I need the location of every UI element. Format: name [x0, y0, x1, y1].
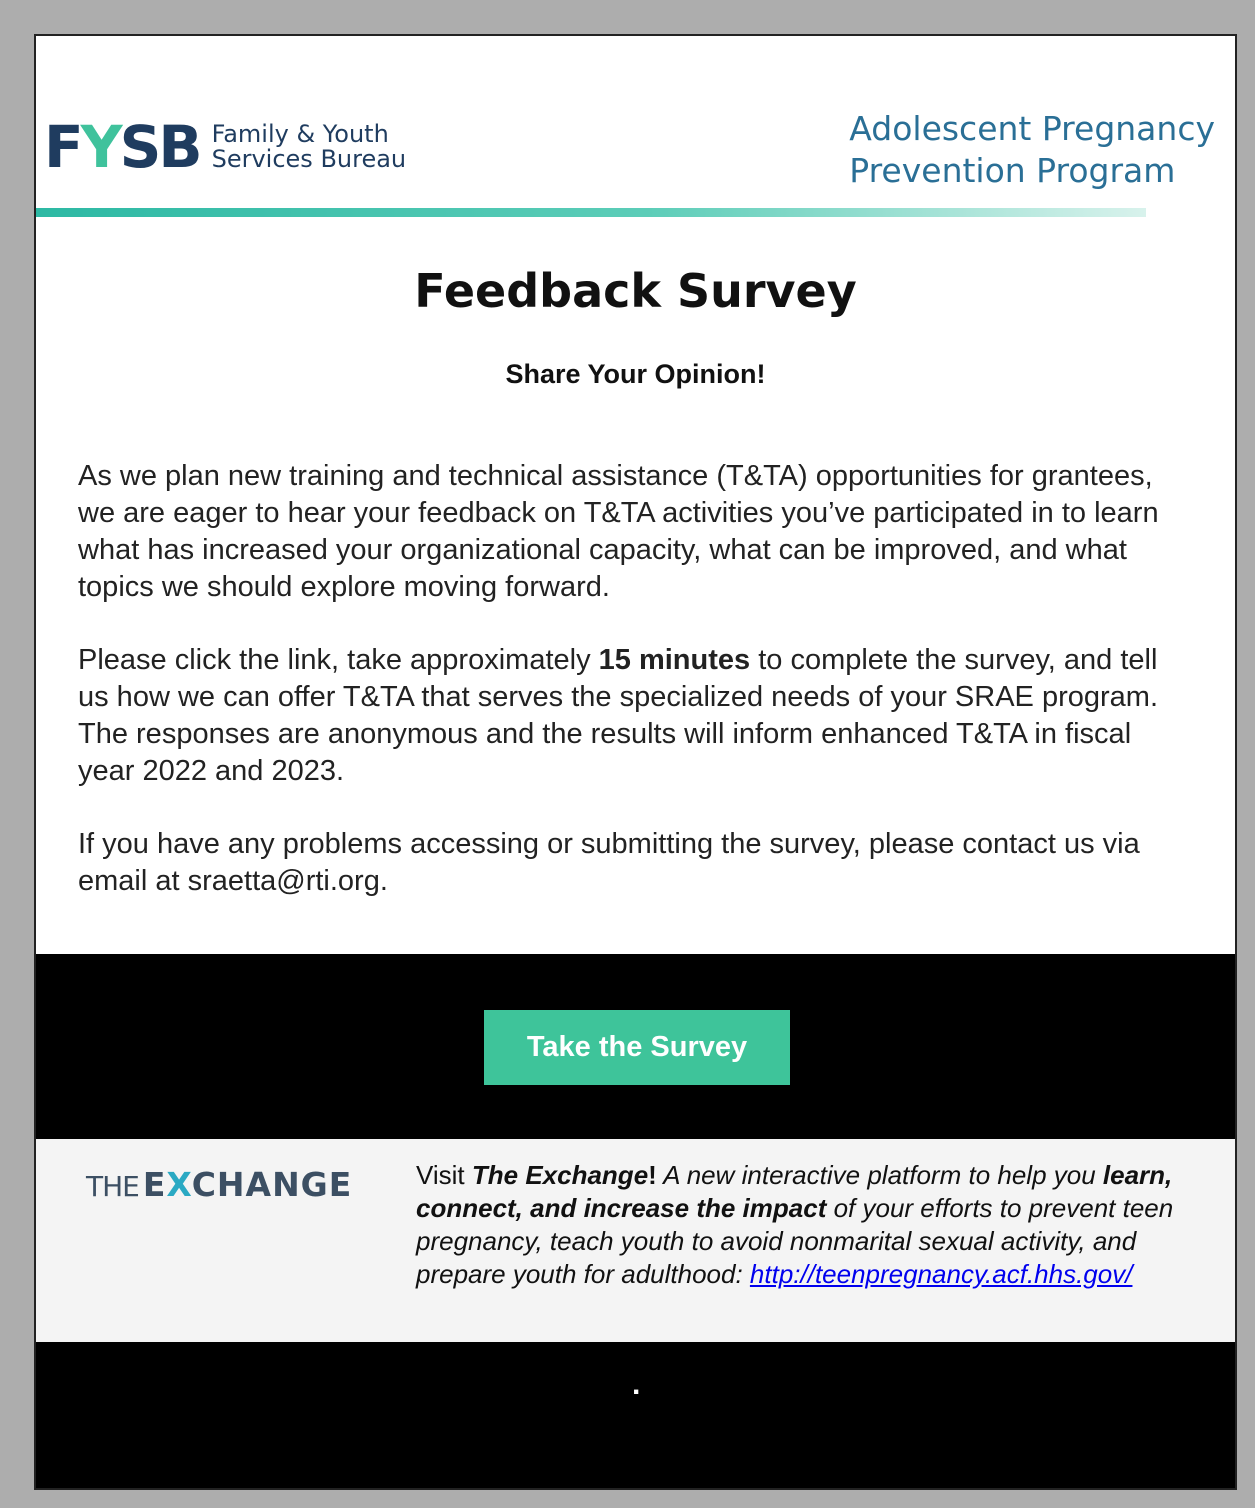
fysb-mark-y: Y	[80, 113, 123, 181]
fysb-line-1: Family & Youth	[211, 120, 389, 148]
footer-dot: .	[632, 1368, 641, 1401]
program-line-2: Prevention Program	[849, 151, 1176, 190]
email-body: FYSB Family & Youth Services Bureau Adol…	[34, 34, 1237, 1490]
program-logo: Adolescent Pregnancy Prevention Program	[849, 108, 1215, 192]
exchange-logo: THE EXCHANGE	[86, 1165, 352, 1204]
take-survey-button[interactable]: Take the Survey	[484, 1010, 790, 1085]
instructions-paragraph: Please click the link, take approximatel…	[78, 642, 1165, 790]
page-subtitle: Share Your Opinion!	[505, 359, 766, 389]
exchange-name: The Exchange	[471, 1160, 649, 1190]
program-line-1: Adolescent Pregnancy	[849, 109, 1215, 148]
exchange-logo-x: X	[166, 1165, 192, 1204]
cta-band: Take the Survey	[36, 954, 1235, 1139]
fysb-wordmark: Family & Youth Services Bureau	[212, 122, 407, 172]
fysb-logo: FYSB Family & Youth Services Bureau	[44, 118, 406, 176]
header-divider	[36, 208, 1146, 217]
page-title: Feedback Survey	[414, 264, 857, 318]
body-text: As we plan new training and technical as…	[36, 458, 1235, 900]
fysb-mark-sb: SB	[119, 113, 203, 181]
intro-paragraph: As we plan new training and technical as…	[78, 460, 1159, 603]
instructions-text-1: Please click the link, take approximatel…	[78, 644, 599, 676]
contact-paragraph: If you have any problems accessing or su…	[78, 828, 1140, 897]
exchange-desc-1: A new interactive platform to help you	[656, 1160, 1103, 1190]
exchange-bang: !	[648, 1160, 657, 1190]
header: FYSB Family & Youth Services Bureau Adol…	[36, 36, 1235, 219]
exchange-description: Visit The Exchange! A new interactive pl…	[416, 1159, 1176, 1291]
exchange-logo-the: THE	[86, 1170, 140, 1203]
exchange-section: THE EXCHANGE Visit The Exchange! A new in…	[36, 1139, 1235, 1342]
exchange-logo-e: E	[142, 1165, 167, 1204]
duration-highlight: 15 minutes	[598, 644, 751, 676]
exchange-visit: Visit	[416, 1160, 472, 1190]
exchange-link[interactable]: http://teenpregnancy.acf.hhs.gov/	[750, 1259, 1133, 1289]
fysb-line-2: Services Bureau	[211, 145, 407, 173]
footer-band: .	[36, 1342, 1235, 1488]
exchange-logo-rest: CHANGE	[191, 1165, 353, 1204]
fysb-mark-f: F	[44, 113, 84, 181]
exchange-logo-word: EXCHANGE	[143, 1165, 352, 1204]
fysb-mark: FYSB	[44, 118, 203, 176]
